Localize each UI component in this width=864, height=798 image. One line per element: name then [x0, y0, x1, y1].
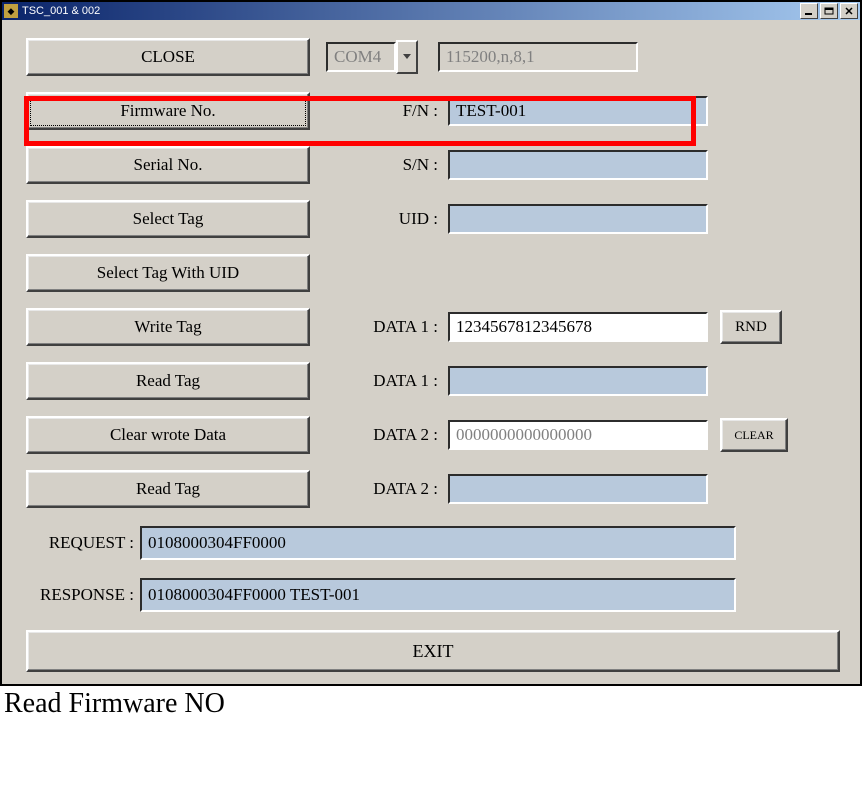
uid-output — [448, 204, 708, 234]
response-output: 0108000304FF0000 TEST-001 — [140, 578, 736, 612]
read-tag-1-button[interactable]: Read Tag — [26, 362, 310, 400]
row-write-tag: Write Tag DATA 1 : 1234567812345678 RND — [26, 310, 836, 344]
request-label: REQUEST : — [26, 533, 134, 553]
minimize-button[interactable] — [800, 3, 818, 19]
row-read-tag-1: Read Tag DATA 1 : — [26, 364, 836, 398]
write-tag-button[interactable]: Write Tag — [26, 308, 310, 346]
close-button[interactable]: CLOSE — [26, 38, 310, 76]
client-area: CLOSE COM4 115200,n,8,1 Firmware No. F/N… — [2, 20, 860, 684]
serial-params-field: 115200,n,8,1 — [438, 42, 638, 72]
row-read-tag-2: Read Tag DATA 2 : — [26, 472, 836, 506]
row-serial: Serial No. S/N : — [26, 148, 836, 182]
application-window: ◆ TSC_001 & 002 CLOSE COM4 115 — [0, 0, 862, 686]
com-port-combo[interactable]: COM4 — [326, 40, 418, 74]
row-select-tag-uid: Select Tag With UID — [26, 256, 836, 290]
window-title: TSC_001 & 002 — [22, 5, 800, 17]
read-tag-2-button[interactable]: Read Tag — [26, 470, 310, 508]
row-close: CLOSE COM4 115200,n,8,1 — [26, 40, 836, 74]
com-port-field: COM4 — [326, 42, 396, 72]
titlebar: ◆ TSC_001 & 002 — [2, 2, 860, 20]
data1-input[interactable]: 1234567812345678 — [448, 312, 708, 342]
figure-caption: Read Firmware NO — [0, 686, 864, 720]
window-controls — [800, 3, 858, 19]
serial-no-button[interactable]: Serial No. — [26, 146, 310, 184]
row-response: RESPONSE : 0108000304FF0000 TEST-001 — [26, 578, 836, 612]
uid-label: UID : — [328, 209, 438, 229]
dropdown-icon[interactable] — [396, 40, 418, 74]
data2-placeholder: 0000000000000000 — [456, 425, 592, 445]
row-firmware: Firmware No. F/N : TEST-001 — [26, 94, 836, 128]
fn-output: TEST-001 — [448, 96, 708, 126]
response-label: RESPONSE : — [26, 585, 134, 605]
fn-label: F/N : — [328, 101, 438, 121]
exit-button[interactable]: EXIT — [26, 630, 840, 672]
app-icon: ◆ — [4, 4, 18, 18]
row-select-tag: Select Tag UID : — [26, 202, 836, 236]
row-clear-wrote: Clear wrote Data DATA 2 : 00000000000000… — [26, 418, 836, 452]
data1-in-label: DATA 1 : — [328, 317, 438, 337]
data1-output — [448, 366, 708, 396]
clear-wrote-button[interactable]: Clear wrote Data — [26, 416, 310, 454]
request-output: 0108000304FF0000 — [140, 526, 736, 560]
data2-output — [448, 474, 708, 504]
close-window-button[interactable] — [840, 3, 858, 19]
rnd-button[interactable]: RND — [720, 310, 782, 344]
select-tag-button[interactable]: Select Tag — [26, 200, 310, 238]
data2-out-label: DATA 2 : — [328, 479, 438, 499]
firmware-no-button[interactable]: Firmware No. — [26, 92, 310, 130]
maximize-button[interactable] — [820, 3, 838, 19]
data2-input[interactable]: 0000000000000000 — [448, 420, 708, 450]
sn-output — [448, 150, 708, 180]
row-request: REQUEST : 0108000304FF0000 — [26, 526, 836, 560]
data2-in-label: DATA 2 : — [328, 425, 438, 445]
select-tag-uid-button[interactable]: Select Tag With UID — [26, 254, 310, 292]
clear-button[interactable]: CLEAR — [720, 418, 788, 452]
sn-label: S/N : — [328, 155, 438, 175]
data1-out-label: DATA 1 : — [328, 371, 438, 391]
